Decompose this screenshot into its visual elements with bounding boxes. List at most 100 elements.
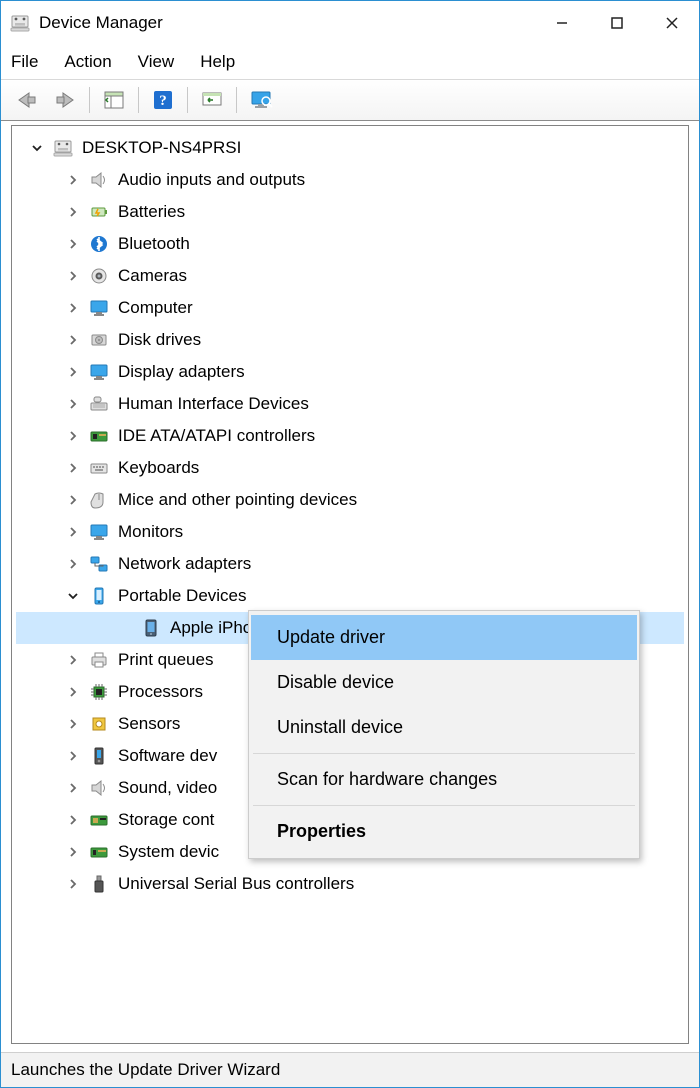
tree-category-computer[interactable]: Computer [16, 292, 684, 324]
tree-category-label: Portable Devices [116, 586, 249, 606]
portable-icon [88, 585, 110, 607]
computer-icon [88, 297, 110, 319]
chevron-right-icon[interactable] [64, 491, 82, 509]
chevron-right-icon[interactable] [64, 715, 82, 733]
chevron-right-icon[interactable] [64, 459, 82, 477]
tree-category-monitors[interactable]: Monitors [16, 516, 684, 548]
toolbar-separator [236, 87, 237, 113]
tree-category-label: Monitors [116, 522, 185, 542]
tree-category-label: Sound, video [116, 778, 219, 798]
tree-category-keyboards[interactable]: Keyboards [16, 452, 684, 484]
chevron-right-icon[interactable] [64, 523, 82, 541]
chevron-right-icon[interactable] [64, 779, 82, 797]
menu-file[interactable]: File [11, 52, 38, 72]
tree-category-label: Network adapters [116, 554, 253, 574]
forward-button[interactable] [47, 85, 83, 115]
help-button[interactable]: ? [145, 85, 181, 115]
computer-icon [52, 137, 74, 159]
chevron-right-icon[interactable] [64, 555, 82, 573]
chevron-right-icon[interactable] [64, 651, 82, 669]
tree-category-label: Keyboards [116, 458, 201, 478]
menu-help[interactable]: Help [200, 52, 235, 72]
storage-icon [88, 809, 110, 831]
tree-category-label: Cameras [116, 266, 189, 286]
context-menu-disable[interactable]: Disable device [251, 660, 637, 705]
chevron-right-icon[interactable] [64, 811, 82, 829]
menu-action[interactable]: Action [64, 52, 111, 72]
tree-category-label: Software dev [116, 746, 219, 766]
chevron-right-icon[interactable] [64, 683, 82, 701]
tree-category-disk[interactable]: Disk drives [16, 324, 684, 356]
scan-hardware-button[interactable] [194, 85, 230, 115]
context-menu-uninstall[interactable]: Uninstall device [251, 705, 637, 750]
tree-root-label: DESKTOP-NS4PRSI [80, 138, 243, 158]
maximize-button[interactable] [589, 5, 644, 41]
close-button[interactable] [644, 5, 699, 41]
tree-category-cameras[interactable]: Cameras [16, 260, 684, 292]
ide-icon [88, 425, 110, 447]
toolbar-separator [138, 87, 139, 113]
show-hide-tree-button[interactable] [96, 85, 132, 115]
status-bar: Launches the Update Driver Wizard [1, 1052, 699, 1087]
tree-root[interactable]: DESKTOP-NS4PRSI [16, 132, 684, 164]
context-menu-update[interactable]: Update driver [251, 615, 637, 660]
usb-icon [88, 873, 110, 895]
tree-category-label: Batteries [116, 202, 187, 222]
chevron-right-icon[interactable] [64, 331, 82, 349]
tree-category-mice[interactable]: Mice and other pointing devices [16, 484, 684, 516]
chevron-right-icon[interactable] [64, 203, 82, 221]
chevron-right-icon[interactable] [64, 427, 82, 445]
tree-category-label: Processors [116, 682, 205, 702]
chevron-right-icon[interactable] [64, 875, 82, 893]
sound-icon [88, 777, 110, 799]
hid-icon [88, 393, 110, 415]
context-menu-props[interactable]: Properties [251, 809, 637, 854]
tree-category-label: Human Interface Devices [116, 394, 311, 414]
tree-category-bluetooth[interactable]: Bluetooth [16, 228, 684, 260]
printq-icon [88, 649, 110, 671]
menu-view[interactable]: View [138, 52, 175, 72]
context-menu-separator [253, 753, 635, 754]
tree-category-portable[interactable]: Portable Devices [16, 580, 684, 612]
chevron-right-icon[interactable] [64, 363, 82, 381]
chevron-right-icon[interactable] [64, 843, 82, 861]
tree-category-label: Audio inputs and outputs [116, 170, 307, 190]
minimize-button[interactable] [534, 5, 589, 41]
chevron-right-icon[interactable] [64, 299, 82, 317]
chevron-right-icon[interactable] [64, 171, 82, 189]
tree-category-display[interactable]: Display adapters [16, 356, 684, 388]
back-button[interactable] [9, 85, 45, 115]
tree-category-label: Storage cont [116, 810, 216, 830]
tree-category-audio[interactable]: Audio inputs and outputs [16, 164, 684, 196]
processors-icon [88, 681, 110, 703]
tree-category-label: Disk drives [116, 330, 203, 350]
disk-icon [88, 329, 110, 351]
context-menu-scan[interactable]: Scan for hardware changes [251, 757, 637, 802]
chevron-right-icon[interactable] [64, 747, 82, 765]
tree-category-batteries[interactable]: Batteries [16, 196, 684, 228]
audio-icon [88, 169, 110, 191]
monitor-button[interactable] [243, 85, 279, 115]
tree-panel: DESKTOP-NS4PRSI Audio inputs and outputs B… [11, 125, 689, 1044]
chevron-down-icon[interactable] [28, 139, 46, 157]
svg-text:?: ? [159, 93, 167, 109]
display-icon [88, 361, 110, 383]
chevron-right-icon[interactable] [64, 267, 82, 285]
tree-category-usb[interactable]: Universal Serial Bus controllers [16, 868, 684, 900]
tree-category-label: Print queues [116, 650, 215, 670]
chevron-down-icon[interactable] [64, 587, 82, 605]
batteries-icon [88, 201, 110, 223]
cameras-icon [88, 265, 110, 287]
keyboards-icon [88, 457, 110, 479]
window-title: Device Manager [39, 13, 163, 33]
tree-category-network[interactable]: Network adapters [16, 548, 684, 580]
context-menu-separator [253, 805, 635, 806]
chevron-right-icon[interactable] [64, 395, 82, 413]
chevron-right-icon[interactable] [64, 235, 82, 253]
tree-category-hid[interactable]: Human Interface Devices [16, 388, 684, 420]
network-icon [88, 553, 110, 575]
tree-category-ide[interactable]: IDE ATA/ATAPI controllers [16, 420, 684, 452]
bluetooth-icon [88, 233, 110, 255]
sensors-icon [88, 713, 110, 735]
system-icon [88, 841, 110, 863]
